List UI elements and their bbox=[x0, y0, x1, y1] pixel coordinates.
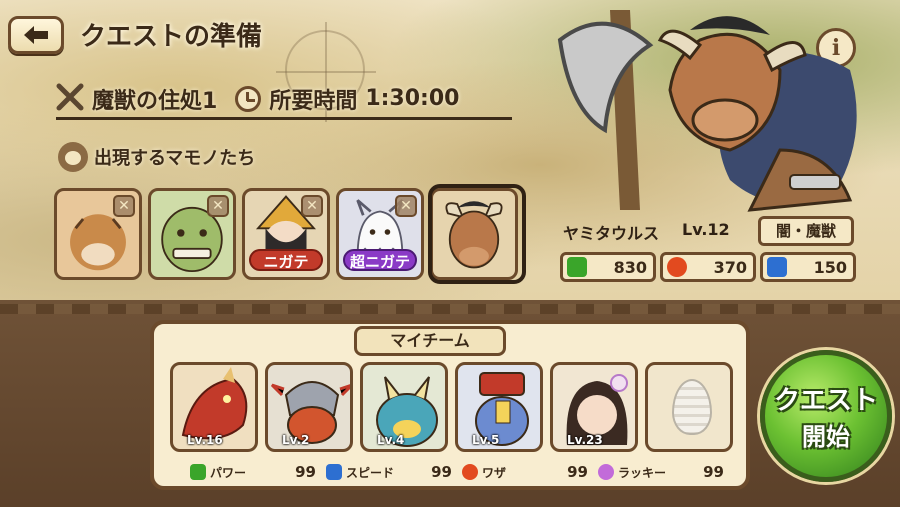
monster-card-tiger-beast[interactable]: ✕ bbox=[54, 188, 142, 280]
quest-start-button[interactable]: クエスト 開始 bbox=[760, 350, 892, 482]
egg-icon bbox=[672, 379, 712, 435]
team-slot-level: Lv.4 bbox=[377, 433, 405, 447]
clover-icon bbox=[598, 464, 614, 480]
monster-card-green-orc[interactable]: ✕ bbox=[148, 188, 236, 280]
armored-dragon-portrait bbox=[270, 381, 350, 444]
crossed-swords-icon: ✕ bbox=[113, 195, 135, 217]
appearing-monsters-header: 出現するマモノたち bbox=[58, 142, 255, 172]
boss-speed-stat: 150 bbox=[760, 252, 856, 282]
team-stat-label: ラッキー bbox=[618, 465, 667, 480]
weakness-tag: ニガテ bbox=[249, 249, 323, 271]
boss-waza-stat: 370 bbox=[660, 252, 756, 282]
team-slot-red-dragon[interactable]: Lv.16 bbox=[170, 362, 258, 452]
team-slot-egg[interactable] bbox=[645, 362, 733, 452]
boss-level: Lv.12 bbox=[682, 220, 730, 239]
monster-card-helmet-warrior[interactable]: ✕ ニガテ bbox=[242, 188, 330, 280]
arrow-left-icon bbox=[24, 26, 48, 44]
fist-icon bbox=[190, 464, 206, 480]
crossed-swords-icon: ✕ bbox=[395, 195, 417, 217]
selected-monster-frame bbox=[428, 184, 526, 284]
flame-icon bbox=[667, 257, 687, 277]
team-luck-stat: ラッキー 99 bbox=[598, 462, 724, 482]
beast-face-icon bbox=[58, 142, 88, 172]
crossed-swords-icon bbox=[56, 83, 84, 115]
boss-power-stat: 830 bbox=[560, 252, 656, 282]
flame-icon bbox=[462, 464, 478, 480]
strong-weakness-tag: 超ニガテ bbox=[343, 249, 417, 271]
team-slot-shrine-girl[interactable]: Lv.23 bbox=[550, 362, 638, 452]
team-slot-hat-creature[interactable]: Lv.5 bbox=[455, 362, 543, 452]
team-stat-value: 99 bbox=[703, 463, 724, 481]
boss-waza-value: 370 bbox=[713, 257, 747, 277]
back-button[interactable] bbox=[8, 16, 64, 54]
team-slot-blue-horned-beast[interactable]: Lv.4 bbox=[360, 362, 448, 452]
team-stats-row: パワー 99 スピード 99 ワザ 99 ラッキー 99 bbox=[190, 462, 724, 482]
boss-type-badge: 闇・魔獣 bbox=[758, 216, 854, 246]
team-stat-value: 99 bbox=[295, 463, 316, 481]
crossed-swords-icon: ✕ bbox=[207, 195, 229, 217]
page-title: クエストの準備 bbox=[80, 22, 263, 52]
dungeon-info-row: 魔獣の住処1 所要時間 1:30:00 bbox=[56, 80, 512, 120]
clock-icon bbox=[235, 85, 262, 112]
team-slot-level: Lv.2 bbox=[282, 433, 310, 447]
my-team-tab: マイチーム bbox=[354, 326, 506, 356]
team-stat-label: ワザ bbox=[482, 465, 507, 480]
team-slot-level: Lv.5 bbox=[472, 433, 500, 447]
fist-icon bbox=[567, 257, 587, 277]
hat-creature-portrait bbox=[475, 372, 529, 446]
team-slots: Lv.16 Lv.2 Lv.4 Lv.5 Lv.23 bbox=[170, 362, 733, 452]
boot-icon bbox=[767, 257, 787, 277]
monster-card-white-ghost[interactable]: ✕ 超ニガテ bbox=[336, 188, 424, 280]
team-stat-label: パワー bbox=[210, 465, 247, 480]
team-power-stat: パワー 99 bbox=[190, 462, 316, 482]
dungeon-name: 魔獣の住処1 bbox=[92, 88, 218, 114]
boss-power-value: 830 bbox=[613, 257, 647, 277]
team-slot-level: Lv.16 bbox=[187, 433, 223, 447]
team-stat-value: 99 bbox=[431, 463, 452, 481]
boot-icon bbox=[326, 464, 342, 480]
required-time-label: 所要時間 bbox=[269, 88, 358, 114]
start-button-label-line1: クエスト bbox=[773, 386, 878, 416]
team-stat-value: 99 bbox=[567, 463, 588, 481]
team-stat-label: スピード bbox=[346, 465, 395, 480]
team-waza-stat: ワザ 99 bbox=[462, 462, 588, 482]
boss-illustration bbox=[557, 10, 857, 212]
team-slot-level: Lv.23 bbox=[567, 433, 603, 447]
boss-name: ヤミタウルス bbox=[563, 224, 660, 243]
appearing-monsters-label: 出現するマモノたち bbox=[94, 148, 256, 169]
team-slot-armored-dragon[interactable]: Lv.2 bbox=[265, 362, 353, 452]
required-time-value: 1:30:00 bbox=[365, 86, 460, 111]
boss-speed-value: 150 bbox=[813, 257, 847, 277]
blue-horned-beast-portrait bbox=[376, 376, 438, 447]
crossed-swords-icon: ✕ bbox=[301, 195, 323, 217]
start-button-label-line2: 開始 bbox=[802, 423, 850, 451]
team-speed-stat: スピード 99 bbox=[326, 462, 452, 482]
